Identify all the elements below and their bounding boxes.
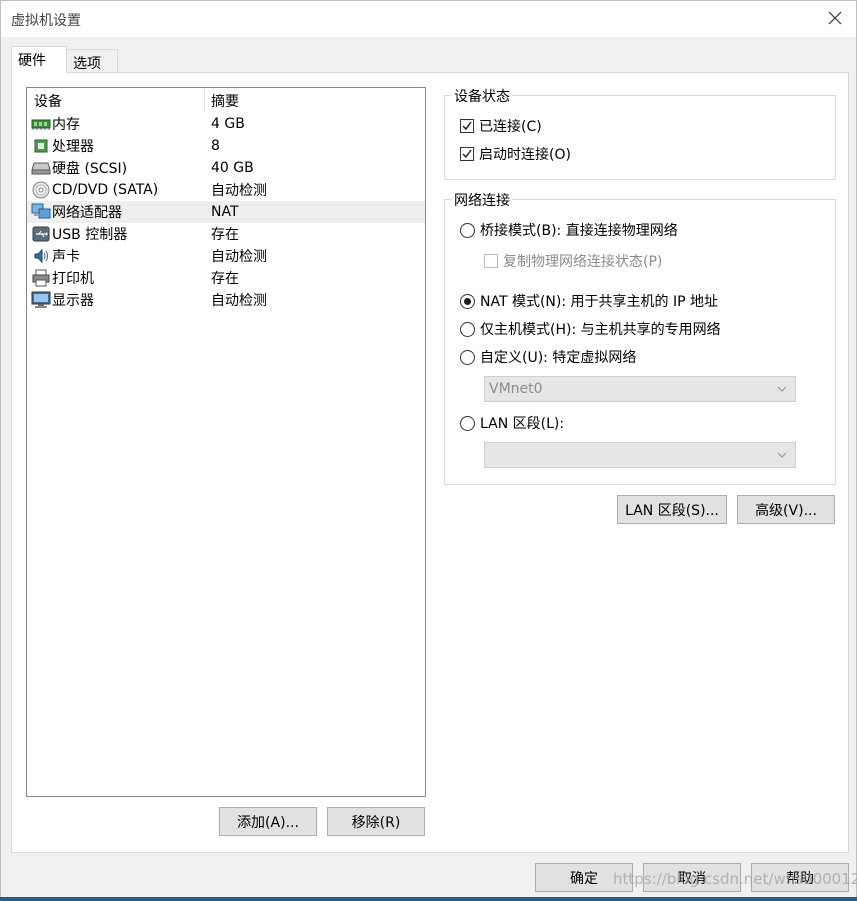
bridged-label: 桥接模式(B): 直接连接物理网络: [480, 223, 678, 239]
radio-circle: [460, 222, 475, 238]
dialog-window: 虚拟机设置 硬件 选项 设备 摘要 内存 4 GB 处理器 8 硬盘 (SCSI…: [0, 0, 857, 901]
close-button[interactable]: [820, 5, 850, 31]
nat-label: NAT 模式(N): 用于共享主机的 IP 地址: [480, 294, 718, 310]
tab-hardware[interactable]: 硬件: [11, 46, 67, 73]
nat-radio[interactable]: NAT 模式(N): 用于共享主机的 IP 地址: [460, 291, 718, 311]
chevron-down-icon: [777, 452, 787, 458]
device-summary: 自动检测: [211, 249, 267, 265]
replicate-state-label: 复制物理网络连接状态(P): [503, 254, 663, 270]
sound-card-icon: [31, 247, 51, 265]
host-only-radio[interactable]: 仅主机模式(H): 与主机共享的专用网络: [460, 319, 721, 339]
custom-label: 自定义(U): 特定虚拟网络: [480, 350, 637, 366]
column-header-device[interactable]: 设备: [27, 88, 205, 112]
tab-options[interactable]: 选项: [66, 49, 118, 73]
checkbox-box: [484, 254, 498, 268]
lan-segment-select[interactable]: [484, 442, 796, 468]
network-adapter-icon: [31, 203, 51, 221]
custom-radio[interactable]: 自定义(U): 特定虚拟网络: [460, 347, 636, 367]
processor-icon: [31, 137, 51, 155]
device-name: 显示器: [52, 293, 94, 309]
device-summary: 存在: [211, 227, 239, 243]
help-button[interactable]: 帮助: [751, 863, 849, 892]
device-name: USB 控制器: [52, 227, 128, 243]
device-row-cd-dvd[interactable]: CD/DVD (SATA) 自动检测: [27, 179, 425, 201]
window-title: 虚拟机设置: [11, 13, 81, 29]
device-summary: 4 GB: [211, 116, 245, 132]
custom-network-value: VMnet0: [489, 381, 543, 397]
display-icon: [31, 291, 51, 309]
bridged-radio[interactable]: 桥接模式(B): 直接连接物理网络: [460, 220, 678, 240]
device-name: CD/DVD (SATA): [52, 182, 159, 198]
device-row-display[interactable]: 显示器 自动检测: [27, 289, 425, 311]
device-summary: 自动检测: [211, 183, 267, 199]
radio-circle: [460, 349, 475, 365]
device-name: 内存: [52, 117, 80, 133]
custom-network-select[interactable]: VMnet0: [484, 376, 796, 402]
radio-circle: [460, 415, 475, 431]
ok-button[interactable]: 确定: [535, 863, 633, 892]
usb-icon: [31, 225, 51, 243]
cd-dvd-icon: [31, 181, 51, 199]
network-connection-title: 网络连接: [452, 190, 512, 210]
advanced-button[interactable]: 高级(V)...: [737, 495, 835, 524]
network-connection-group: 网络连接 桥接模式(B): 直接连接物理网络 复制物理网络连接状态(P) NAT…: [444, 190, 836, 485]
device-name: 处理器: [52, 139, 94, 155]
connect-at-power-on-checkbox[interactable]: 启动时连接(O): [460, 144, 571, 164]
checkbox-box: [460, 119, 474, 133]
radio-circle: [460, 321, 475, 337]
device-status-group: 设备状态 已连接(C) 启动时连接(O): [444, 86, 836, 180]
device-summary: NAT: [211, 204, 239, 220]
lan-segment-radio[interactable]: LAN 区段(L):: [460, 413, 564, 433]
tab-hardware-label: 硬件: [18, 53, 46, 69]
replicate-state-checkbox[interactable]: 复制物理网络连接状态(P): [484, 251, 662, 271]
host-only-label: 仅主机模式(H): 与主机共享的专用网络: [480, 322, 721, 338]
device-summary: 自动检测: [211, 293, 267, 309]
lan-segments-button[interactable]: LAN 区段(S)...: [617, 495, 727, 524]
close-icon: [828, 11, 842, 25]
device-row-processor[interactable]: 处理器 8: [27, 135, 425, 157]
device-name: 网络适配器: [52, 205, 122, 221]
device-name: 声卡: [52, 249, 80, 265]
check-icon: [462, 149, 472, 159]
tab-options-label: 选项: [73, 56, 101, 72]
device-summary: 存在: [211, 271, 239, 287]
cancel-button[interactable]: 取消: [643, 863, 741, 892]
lan-segment-label: LAN 区段(L):: [480, 416, 565, 432]
device-summary: 8: [211, 138, 220, 154]
connected-checkbox[interactable]: 已连接(C): [460, 116, 542, 136]
device-row-sound-card[interactable]: 声卡 自动检测: [27, 245, 425, 267]
printer-icon: [31, 269, 51, 287]
device-row-printer[interactable]: 打印机 存在: [27, 267, 425, 289]
device-status-title: 设备状态: [452, 86, 512, 106]
add-device-button[interactable]: 添加(A)...: [219, 807, 317, 836]
device-list-header: 设备 摘要: [27, 88, 425, 112]
device-row-usb-controller[interactable]: USB 控制器 存在: [27, 223, 425, 245]
device-summary: 40 GB: [211, 160, 254, 176]
device-row-hard-disk[interactable]: 硬盘 (SCSI) 40 GB: [27, 157, 425, 179]
radio-circle: [460, 293, 475, 309]
chevron-down-icon: [777, 386, 787, 392]
device-row-network-adapter[interactable]: 网络适配器 NAT: [27, 201, 425, 223]
connected-label: 已连接(C): [479, 119, 542, 135]
device-name: 硬盘 (SCSI): [52, 161, 128, 177]
device-row-memory[interactable]: 内存 4 GB: [27, 113, 425, 135]
connect-at-power-on-label: 启动时连接(O): [479, 147, 571, 163]
check-icon: [462, 121, 472, 131]
taskbar-edge: [0, 897, 857, 901]
hard-disk-icon: [31, 159, 51, 177]
remove-device-button[interactable]: 移除(R): [327, 807, 425, 836]
column-header-summary[interactable]: 摘要: [205, 88, 425, 112]
radio-dot: [464, 297, 471, 305]
memory-icon: [31, 115, 51, 133]
checkbox-box: [460, 147, 474, 161]
device-name: 打印机: [52, 271, 94, 287]
device-list[interactable]: 设备 摘要 内存 4 GB 处理器 8 硬盘 (SCSI) 40 GB CD/D…: [26, 87, 426, 797]
title-bar: 虚拟机设置: [1, 1, 856, 37]
